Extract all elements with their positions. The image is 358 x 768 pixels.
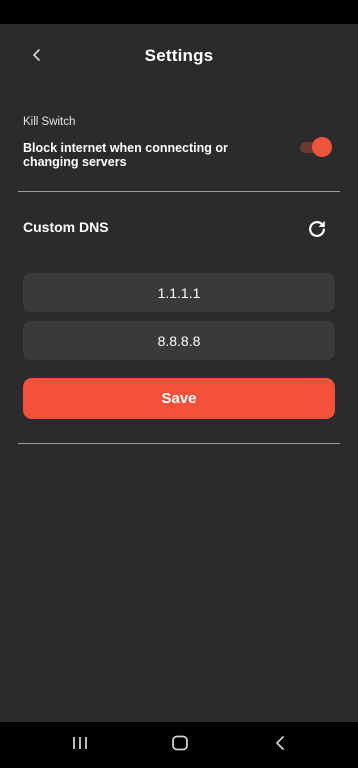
recents-icon bbox=[71, 736, 89, 755]
primary-dns-input[interactable] bbox=[23, 273, 335, 312]
system-nav-bar bbox=[0, 722, 358, 768]
kill-switch-label: Kill Switch bbox=[23, 116, 76, 128]
refresh-icon bbox=[306, 218, 328, 245]
save-button[interactable]: Save bbox=[23, 378, 335, 419]
system-back-button[interactable] bbox=[268, 734, 292, 756]
home-button[interactable] bbox=[168, 734, 192, 756]
refresh-dns-button[interactable] bbox=[305, 219, 329, 243]
secondary-dns-input[interactable] bbox=[23, 321, 335, 360]
app-header: Settings bbox=[0, 24, 358, 92]
divider bbox=[18, 191, 340, 192]
status-bar bbox=[0, 0, 358, 24]
home-icon bbox=[171, 734, 189, 757]
custom-dns-title: Custom DNS bbox=[23, 219, 109, 235]
kill-switch-toggle[interactable] bbox=[300, 137, 332, 157]
recents-button[interactable] bbox=[68, 734, 92, 756]
toggle-thumb bbox=[312, 137, 332, 157]
page-title: Settings bbox=[144, 46, 214, 65]
back-icon bbox=[274, 735, 286, 756]
divider bbox=[18, 443, 340, 444]
kill-switch-description: Block internet when connecting or changi… bbox=[23, 141, 228, 169]
